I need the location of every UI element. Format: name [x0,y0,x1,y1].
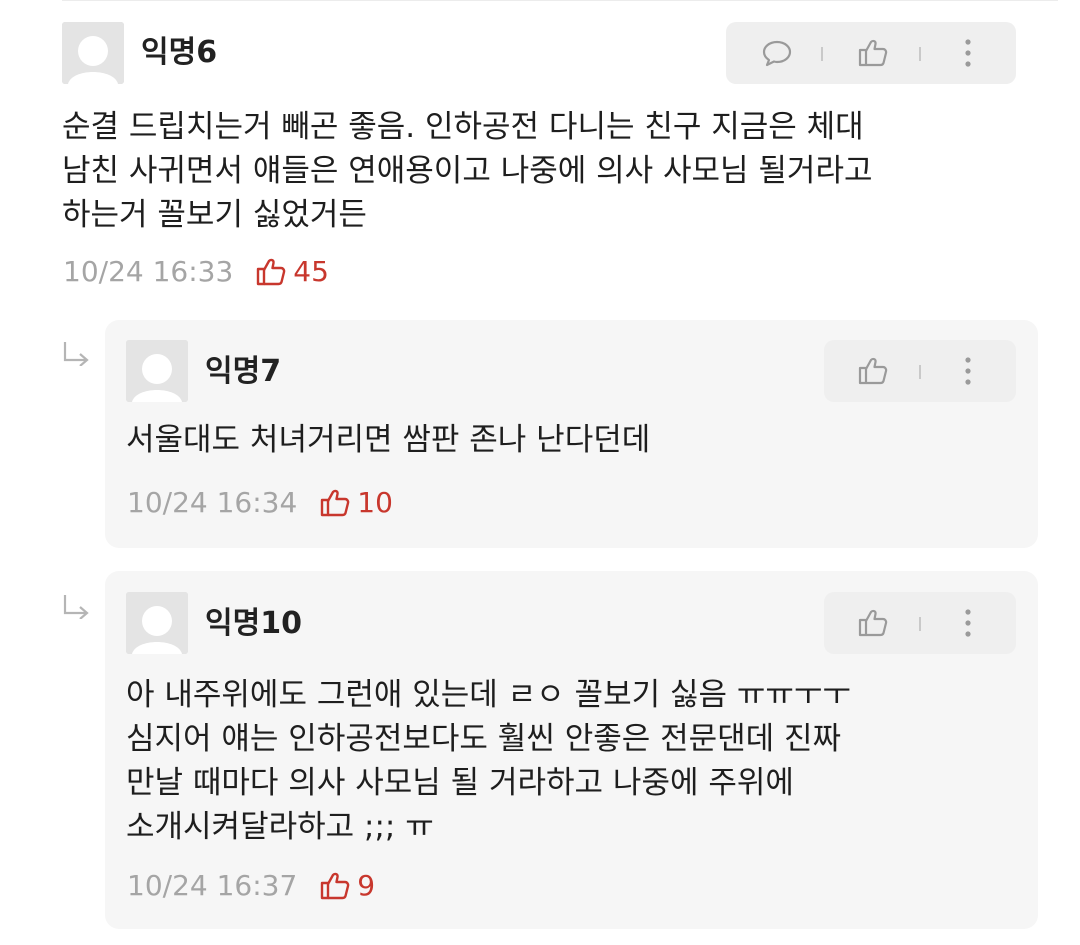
comment-actions [824,592,1016,654]
comment-actions [824,340,1016,402]
vote-count: 9 [357,869,376,902]
thumbs-up-icon [858,357,888,385]
action-separator [919,365,921,379]
comment-text: 아 내주위에도 그런애 있는데 ㄹㅇ 꼴보기 싫음 ㅠㅠㅜㅜ 심지어 얘는 인하… [126,677,851,845]
reply-button[interactable] [748,22,806,84]
comment-meta: 10/24 16:34 10 [127,488,393,518]
reply-icon [762,40,792,67]
comment-meta: 10/24 16:37 9 [127,871,375,901]
comment-timestamp: 10/24 16:34 [127,486,298,519]
vote-count-group: 10 [319,488,393,518]
vote-count-group: 9 [319,871,375,901]
reply-arrow-icon [62,593,92,623]
default-avatar-icon [126,340,188,402]
vote-count: 10 [357,486,393,519]
avatar[interactable] [62,22,124,84]
action-separator [919,47,921,61]
more-button[interactable] [942,340,994,402]
more-icon [965,357,971,385]
action-separator [919,617,921,631]
reply-arrow-icon [62,340,92,370]
action-separator [821,47,823,61]
vote-count-group: 45 [255,257,329,287]
more-icon [965,609,971,637]
upvote-button[interactable] [844,340,902,402]
upvote-button[interactable] [844,592,902,654]
comment-timestamp: 10/24 16:37 [127,869,298,902]
thumbs-up-icon [858,609,888,637]
default-avatar-icon [62,22,124,84]
default-avatar-icon [126,592,188,654]
reply-card: 익명10 아 내주위에도 그런애 있는데 ㄹㅇ 꼴보기 싫음 ㅠㅠㅜㅜ 심지어 … [105,571,1038,929]
comment-author[interactable]: 익명10 [205,609,302,639]
thumbs-up-icon [858,39,888,67]
avatar[interactable] [126,340,188,402]
comment-actions [726,22,1016,84]
comment-timestamp: 10/24 16:33 [63,255,234,288]
thumbs-up-icon [321,872,350,900]
more-button[interactable] [942,22,994,84]
comment-text: 순결 드립치는거 빼곤 좋음. 인하공전 다니는 친구 지금은 체대 남친 사귀… [62,109,873,233]
more-icon [965,39,971,67]
comment-text: 서울대도 처녀거리면 쌈판 존나 난다던데 [126,422,651,458]
upvote-button[interactable] [844,22,902,84]
comment-meta: 10/24 16:33 45 [63,257,329,287]
vote-count: 45 [293,255,329,288]
top-divider [62,0,1058,1]
comment-author[interactable]: 익명6 [141,38,217,68]
thumbs-up-icon [257,258,286,286]
avatar[interactable] [126,592,188,654]
reply-card: 익명7 서울대도 처녀거리면 쌈판 존나 난다던데 10/24 16:34 10 [105,320,1038,548]
more-button[interactable] [942,592,994,654]
thumbs-up-icon [321,489,350,517]
comment-author[interactable]: 익명7 [205,357,281,387]
